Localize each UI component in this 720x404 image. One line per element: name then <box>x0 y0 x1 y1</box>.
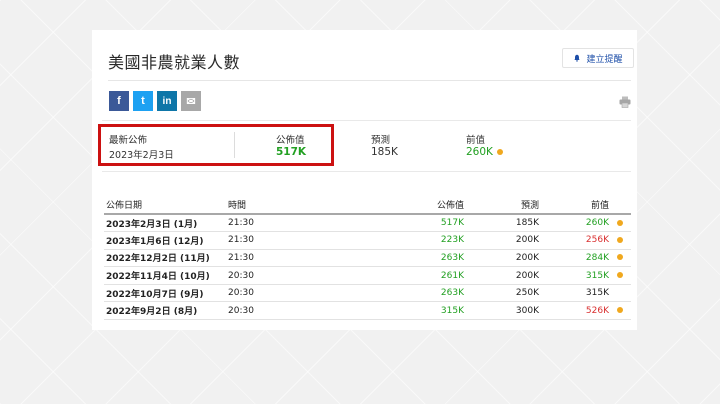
header-previous: 前值 <box>541 196 611 215</box>
table-row: 2022年12月2日 (11月) 21:30 263K 200K 284K <box>104 249 631 268</box>
cell-revision <box>611 214 631 233</box>
cell-actual: 223K <box>376 231 466 250</box>
cell-date: 2022年11月4日 (10月) <box>104 266 226 285</box>
table-header-row: 公佈日期 時間 公佈值 預測 前值 <box>104 196 631 215</box>
divider <box>102 120 631 121</box>
cell-time: 20:30 <box>226 266 376 285</box>
cell-time: 20:30 <box>226 301 376 321</box>
indicator-card: 美國非農就業人數 建立提醒 f t in ✉ 最新公佈 2023年2月3日 公佈… <box>92 30 637 330</box>
cell-forecast: 200K <box>466 231 541 250</box>
cell-actual: 263K <box>376 249 466 268</box>
cell-previous: 526K <box>541 301 611 321</box>
email-icon: ✉ <box>186 95 196 108</box>
header-spacer <box>611 196 631 215</box>
cell-previous: 284K <box>541 249 611 268</box>
cell-date: 2022年10月7日 (9月) <box>104 284 226 303</box>
revision-dot-icon <box>496 149 503 155</box>
table-row: 2022年10月7日 (9月) 20:30 263K 250K 315K <box>104 284 631 303</box>
cell-time: 21:30 <box>226 231 376 250</box>
cell-actual: 315K <box>376 301 466 321</box>
cell-revision <box>611 231 631 250</box>
revision-dot-icon <box>617 254 623 261</box>
facebook-icon: f <box>117 95 121 107</box>
actual-label: 公佈值 <box>276 135 305 146</box>
latest-label: 最新公佈 <box>109 135 148 146</box>
linkedin-share-button[interactable]: in <box>157 91 177 111</box>
facebook-share-button[interactable]: f <box>109 91 129 111</box>
cell-time: 20:30 <box>226 284 376 303</box>
create-alert-button[interactable]: 建立提醒 <box>562 48 634 68</box>
cell-forecast: 250K <box>466 284 541 303</box>
revision-dot-icon <box>617 219 623 226</box>
revision-dot-icon <box>617 307 623 314</box>
table-row: 2023年1月6日 (12月) 21:30 223K 200K 256K <box>104 231 631 250</box>
header-time: 時間 <box>226 196 376 215</box>
twitter-share-button[interactable]: t <box>133 91 153 111</box>
cell-time: 21:30 <box>226 249 376 268</box>
cell-date: 2023年1月6日 (12月) <box>104 231 226 250</box>
cell-previous: 260K <box>541 214 611 233</box>
twitter-icon: t <box>141 95 145 107</box>
print-icon[interactable] <box>619 96 631 108</box>
table-row: 2022年9月2日 (8月) 20:30 315K 300K 526K <box>104 301 631 321</box>
divider <box>102 171 631 172</box>
cell-forecast: 185K <box>466 214 541 233</box>
share-bar: f t in ✉ <box>109 91 201 111</box>
bell-icon <box>574 54 581 62</box>
previous-value: 260K <box>466 146 493 158</box>
page-title: 美國非農就業人數 <box>108 53 241 72</box>
cell-actual: 263K <box>376 284 466 303</box>
cell-date: 2022年9月2日 (8月) <box>104 301 226 321</box>
cell-previous: 256K <box>541 231 611 250</box>
cell-actual: 261K <box>376 266 466 285</box>
cell-revision <box>611 249 631 268</box>
cell-forecast: 300K <box>466 301 541 321</box>
revision-dot-icon <box>617 236 623 243</box>
header-date: 公佈日期 <box>104 196 226 215</box>
header-actual: 公佈值 <box>376 196 466 215</box>
header-forecast: 預測 <box>466 196 541 215</box>
cell-actual: 517K <box>376 214 466 233</box>
table-row: 2022年11月4日 (10月) 20:30 261K 200K 315K <box>104 266 631 285</box>
cell-date: 2023年2月3日 (1月) <box>104 214 226 233</box>
cell-date: 2022年12月2日 (11月) <box>104 249 226 268</box>
cell-revision <box>611 266 631 285</box>
table-row: 2023年2月3日 (1月) 21:30 517K 185K 260K <box>104 214 631 233</box>
email-share-button[interactable]: ✉ <box>181 91 201 111</box>
actual-value: 517K <box>276 146 307 158</box>
create-alert-label: 建立提醒 <box>586 54 623 65</box>
table-body: 2023年2月3日 (1月) 21:30 517K 185K 260K 2023年1月6日… <box>104 214 631 321</box>
linkedin-icon: in <box>162 95 172 107</box>
forecast-label: 預測 <box>371 135 391 146</box>
cell-forecast: 200K <box>466 266 541 285</box>
cell-time: 21:30 <box>226 214 376 233</box>
forecast-value: 185K <box>371 146 398 158</box>
summary-divider <box>234 132 235 158</box>
divider <box>108 80 631 81</box>
previous-label: 前值 <box>466 135 486 146</box>
cell-previous: 315K <box>541 266 611 285</box>
cell-previous: 315K <box>541 284 611 303</box>
revision-dot-icon <box>617 272 623 279</box>
history-table: 公佈日期 時間 公佈值 預測 前值 2023年2月3日 (1月) 21:30 517… <box>104 196 631 321</box>
latest-date: 2023年2月3日 <box>109 150 174 161</box>
cell-revision <box>611 301 631 321</box>
previous-value-wrap: 260K <box>466 146 503 158</box>
cell-revision <box>611 284 631 303</box>
cell-forecast: 200K <box>466 249 541 268</box>
